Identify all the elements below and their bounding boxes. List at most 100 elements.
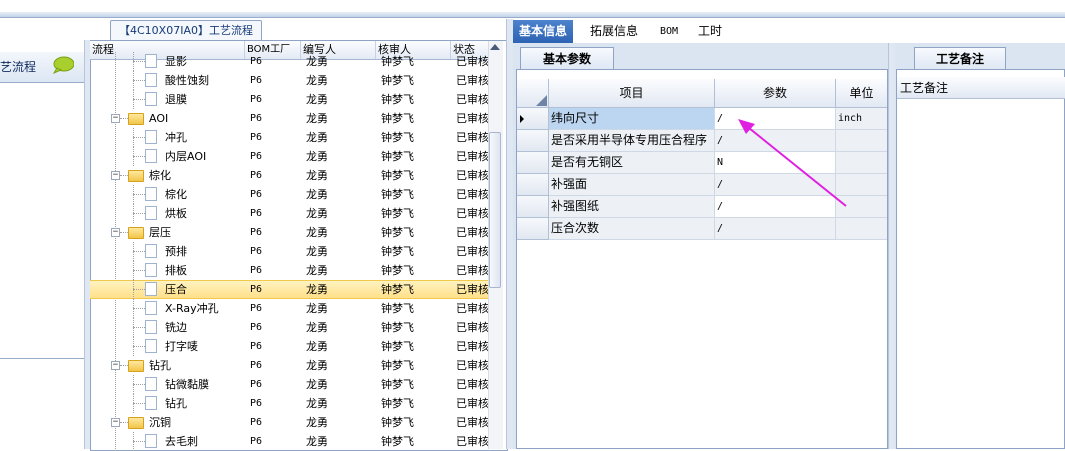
top-splitter-bar[interactable] xyxy=(0,12,1065,18)
tree-row-name[interactable]: 棕化 xyxy=(165,185,187,204)
tree-row-name[interactable]: 预排 xyxy=(165,242,187,261)
tree-row-status: 已审核 xyxy=(456,416,488,429)
row-indicator[interactable] xyxy=(517,218,549,240)
tree-row-writer: 龙勇 xyxy=(306,416,328,429)
left-panel-title[interactable]: 艺流程 xyxy=(0,58,36,75)
param-item-name[interactable]: 压合次数 xyxy=(549,218,715,240)
tab-work-hours[interactable]: 工时 xyxy=(692,20,728,43)
tree-row-writer: 龙勇 xyxy=(306,226,328,239)
tree-branch-line xyxy=(133,308,145,309)
tree-row-name[interactable]: 烘板 xyxy=(165,204,187,223)
annotation-arrow-icon xyxy=(738,119,847,207)
flow-tab[interactable]: 【4C10X07IA0】工艺流程 xyxy=(110,20,262,41)
tree-row-name[interactable]: AOI xyxy=(149,109,168,128)
tree-row-name[interactable]: 沉铜 xyxy=(149,413,171,432)
tree-row-reviewer: 钟梦飞 xyxy=(381,321,414,334)
tree-row-factory: P6 xyxy=(250,56,263,67)
tree-row-writer: 龙勇 xyxy=(306,264,328,277)
tree-row-writer: 龙勇 xyxy=(306,74,328,87)
collapse-toggle-icon[interactable]: − xyxy=(111,361,120,370)
document-icon xyxy=(145,130,157,144)
tree-scroll-thumb[interactable] xyxy=(489,132,501,288)
tree-row-name[interactable]: 层压 xyxy=(149,223,171,242)
tree-row-factory: P6 xyxy=(250,132,263,143)
param-value-field[interactable]: / xyxy=(715,218,836,240)
param-col-header-unit[interactable]: 单位 xyxy=(836,79,887,108)
right-splitter[interactable] xyxy=(888,43,895,449)
tree-row-name[interactable]: 排板 xyxy=(165,261,187,280)
tree-row-factory: P6 xyxy=(250,265,263,276)
tree-row-name[interactable]: 压合 xyxy=(165,280,187,299)
tree-row-status: 已审核 xyxy=(456,226,488,239)
row-pointer-icon xyxy=(520,115,524,123)
tab-basic-info[interactable]: 基本信息 xyxy=(513,20,574,43)
tab-extended-info[interactable]: 拓展信息 xyxy=(584,20,644,43)
tree-branch-line xyxy=(133,327,145,328)
row-indicator[interactable] xyxy=(517,152,549,174)
param-col-header-value[interactable]: 参数 xyxy=(715,79,836,108)
tree-row-name[interactable]: 钻微黏膜 xyxy=(165,375,209,394)
tree-row-writer: 龙勇 xyxy=(306,93,328,106)
param-unit xyxy=(836,218,887,240)
tree-row-name[interactable]: 酸性蚀刻 xyxy=(165,71,209,90)
tree-row-name[interactable]: 打字唛 xyxy=(165,337,198,356)
tree-row-status: 已审核 xyxy=(456,435,488,448)
row-indicator[interactable] xyxy=(517,196,549,218)
tree-row-name[interactable]: 冲孔 xyxy=(165,128,187,147)
speech-bubble-icon[interactable] xyxy=(52,56,74,74)
tree-row-status: 已审核 xyxy=(456,302,488,315)
tree-row-name[interactable]: 钻孔 xyxy=(165,394,187,413)
scroll-up-arrow-icon[interactable] xyxy=(490,44,500,50)
tree-branch-line xyxy=(133,99,145,100)
collapse-toggle-icon[interactable]: − xyxy=(111,228,120,237)
process-notes-panel xyxy=(896,69,1065,449)
tree-row-name[interactable]: X-Ray冲孔 xyxy=(165,299,219,318)
tree-row-writer: 龙勇 xyxy=(306,112,328,125)
tree-row-factory: P6 xyxy=(250,75,263,86)
param-item-name[interactable]: 补强面 xyxy=(549,174,715,196)
tree-row-reviewer: 钟梦飞 xyxy=(381,359,414,372)
tree-row-reviewer: 钟梦飞 xyxy=(381,169,414,182)
tree-row-factory: P6 xyxy=(250,417,263,428)
tree-row-name[interactable]: 去毛刺 xyxy=(165,432,198,451)
tree-row-name[interactable]: 钻孔 xyxy=(149,356,171,375)
tree-row-name[interactable]: 棕化 xyxy=(149,166,171,185)
collapse-toggle-icon[interactable]: − xyxy=(111,171,120,180)
collapse-toggle-icon[interactable]: − xyxy=(111,418,120,427)
param-col-header-item[interactable]: 项目 xyxy=(549,79,715,108)
tab-process-notes[interactable]: 工艺备注 xyxy=(914,47,1006,70)
process-notes-header[interactable]: 工艺备注 xyxy=(897,77,1065,99)
row-indicator[interactable] xyxy=(517,174,549,196)
tree-row-reviewer: 钟梦飞 xyxy=(381,397,414,410)
tree-row-status: 已审核 xyxy=(456,112,488,125)
tree-row-status: 已审核 xyxy=(456,207,488,220)
tree-row-reviewer: 钟梦飞 xyxy=(381,264,414,277)
param-item-name[interactable]: 是否有无铜区 xyxy=(549,152,715,174)
tree-row-name[interactable]: 退膜 xyxy=(165,90,187,109)
tree-row-name[interactable]: 铣边 xyxy=(165,318,187,337)
tree-row-name[interactable]: 内层AOI xyxy=(165,147,206,166)
param-item-name[interactable]: 补强图纸 xyxy=(549,196,715,218)
tree-row-status: 已审核 xyxy=(456,131,488,144)
param-item-name[interactable]: 纬向尺寸 xyxy=(549,108,715,130)
document-icon xyxy=(145,206,157,220)
document-icon xyxy=(145,320,157,334)
tree-row-reviewer: 钟梦飞 xyxy=(381,283,414,296)
left-panel-divider xyxy=(0,358,84,359)
tree-row-writer: 龙勇 xyxy=(306,207,328,220)
document-icon xyxy=(145,377,157,391)
tree-row-reviewer: 钟梦飞 xyxy=(381,112,414,125)
tab-basic-params[interactable]: 基本参数 xyxy=(520,47,614,70)
tree-row-name[interactable]: 显影 xyxy=(165,52,187,71)
tree-row-status: 已审核 xyxy=(456,340,488,353)
tree-row-reviewer: 钟梦飞 xyxy=(381,340,414,353)
row-indicator[interactable] xyxy=(517,130,549,152)
tree-row-factory: P6 xyxy=(250,303,263,314)
tree-row-factory: P6 xyxy=(250,227,263,238)
tree-branch-line xyxy=(120,118,128,119)
param-item-name[interactable]: 是否采用半导体专用压合程序 xyxy=(549,130,715,152)
tab-bom[interactable]: BOM xyxy=(654,20,684,43)
collapse-toggle-icon[interactable]: − xyxy=(111,114,120,123)
row-indicator[interactable] xyxy=(517,108,549,130)
tree-row-status: 已审核 xyxy=(456,264,488,277)
